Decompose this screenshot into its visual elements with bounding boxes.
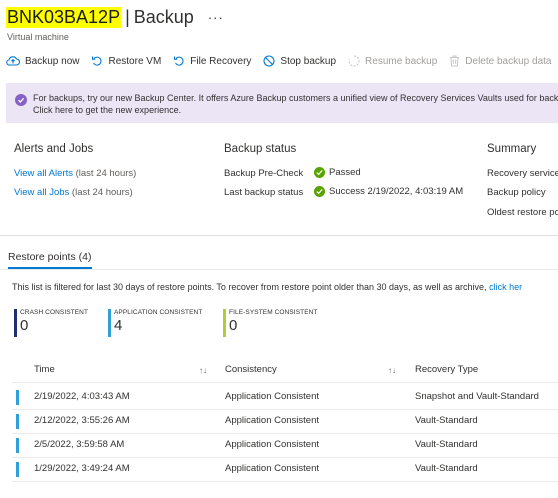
tab-restore-points[interactable]: Restore points (4)	[8, 251, 91, 263]
resume-backup-button[interactable]: Resume backup	[348, 55, 437, 67]
cell-recovery-type: Vault-Standard	[415, 439, 478, 450]
banner-text-line1: For backups, try our new Backup Center. …	[33, 93, 558, 103]
info-icon	[15, 94, 27, 106]
precheck-label: Backup Pre-Check	[224, 168, 304, 179]
stat-crash-consistent: CRASH CONSISTENT 0	[14, 309, 89, 337]
view-all-jobs-link[interactable]: View all Jobs	[14, 187, 69, 198]
cell-time: 1/29/2022, 3:49:24 AM	[34, 463, 130, 474]
backup-now-button[interactable]: Backup now	[6, 55, 79, 67]
cell-consistency: Application Consistent	[225, 439, 319, 450]
delete-backup-data-button[interactable]: Delete backup data	[449, 55, 551, 67]
column-header-time[interactable]: Time	[34, 364, 55, 375]
stat-bar	[14, 309, 17, 337]
last-backup-status-text: Success 2/19/2022, 4:03:19 AM	[329, 186, 464, 198]
page-header: BNK03BA12P | Backup ···	[6, 7, 224, 28]
filter-notice: This list is filtered for last 30 days o…	[12, 282, 522, 292]
resource-type-subtitle: Virtual machine	[7, 32, 69, 42]
summary-recovery-service: Recovery service	[487, 168, 558, 179]
alerts-period: (last 24 hours)	[75, 168, 137, 179]
cell-recovery-type: Vault-Standard	[415, 463, 478, 474]
alerts-row: View all Alerts (last 24 hours)	[14, 168, 136, 179]
row-accent	[16, 438, 19, 453]
stat-file-system-consistent: FILE-SYSTEM CONSISTENT 0	[223, 309, 318, 337]
stop-backup-label: Stop backup	[280, 55, 337, 67]
row-accent	[16, 414, 19, 429]
success-check-icon	[314, 167, 325, 178]
backup-center-banner[interactable]: For backups, try our new Backup Center. …	[6, 83, 558, 123]
restore-vm-button[interactable]: Restore VM	[91, 55, 161, 67]
jobs-row: View all Jobs (last 24 hours)	[14, 187, 133, 198]
cell-recovery-type: Vault-Standard	[415, 415, 478, 426]
column-header-recovery-type[interactable]: Recovery Type	[415, 364, 478, 375]
stat-label: FILE-SYSTEM CONSISTENT	[229, 309, 318, 316]
row-rule	[12, 481, 558, 482]
row-accent	[16, 390, 19, 405]
backup-now-label: Backup now	[25, 55, 80, 67]
stat-value: 0	[229, 317, 238, 334]
stat-value: 0	[20, 317, 29, 334]
filter-notice-link[interactable]: click her	[489, 282, 522, 292]
sort-consistency-icon[interactable]: ↑↓	[388, 366, 396, 375]
table-row[interactable]: 2/12/2022, 3:55:26 AM Application Consis…	[12, 409, 558, 433]
stat-bar	[223, 309, 226, 337]
summary-oldest-restore-point: Oldest restore po	[487, 207, 558, 218]
resume-icon	[348, 55, 360, 67]
stat-label: APPLICATION CONSISTENT	[114, 309, 203, 316]
command-bar: Backup now Restore VM File Recovery Stop…	[6, 55, 558, 67]
row-accent	[16, 462, 19, 477]
cell-recovery-type: Snapshot and Vault-Standard	[415, 391, 539, 402]
table-row[interactable]: 2/19/2022, 4:03:43 AM Application Consis…	[12, 385, 558, 409]
stat-label: CRASH CONSISTENT	[20, 309, 89, 316]
success-check-icon	[314, 186, 325, 197]
restore-icon	[92, 56, 103, 66]
cell-time: 2/12/2022, 3:55:26 AM	[34, 415, 130, 426]
cell-consistency: Application Consistent	[225, 415, 319, 426]
precheck-status-text: Passed	[329, 167, 361, 179]
stat-bar	[108, 309, 111, 337]
table-header-rule	[12, 382, 558, 383]
precheck-value: Passed	[314, 167, 361, 178]
cell-time: 2/5/2022, 3:59:58 AM	[34, 439, 125, 450]
summary-backup-policy: Backup policy	[487, 187, 546, 198]
backup-now-icon	[6, 56, 20, 66]
stop-backup-button[interactable]: Stop backup	[263, 55, 336, 67]
more-options-icon[interactable]: ···	[208, 10, 224, 25]
tab-divider	[0, 269, 558, 270]
file-recovery-icon	[174, 56, 184, 66]
sort-time-icon[interactable]: ↑↓	[199, 366, 207, 375]
cell-time: 2/19/2022, 4:03:43 AM	[34, 391, 130, 402]
delete-backup-data-label: Delete backup data	[465, 55, 552, 67]
stat-value: 4	[114, 317, 123, 334]
title-separator: |	[125, 7, 130, 27]
view-all-alerts-link[interactable]: View all Alerts	[14, 168, 73, 179]
file-recovery-button[interactable]: File Recovery	[173, 55, 251, 67]
stat-application-consistent: APPLICATION CONSISTENT 4	[108, 309, 203, 337]
cell-consistency: Application Consistent	[225, 463, 319, 474]
last-backup-value: Success 2/19/2022, 4:03:19 AM	[314, 186, 463, 197]
banner-link-new-experience[interactable]: Click here to get the new experience.	[33, 104, 558, 116]
jobs-period: (last 24 hours)	[71, 187, 133, 198]
column-header-consistency[interactable]: Consistency	[225, 364, 277, 375]
section-divider	[0, 235, 558, 236]
stop-icon	[263, 55, 275, 67]
filter-notice-text: This list is filtered for last 30 days o…	[12, 282, 487, 292]
cell-consistency: Application Consistent	[225, 391, 319, 402]
alerts-jobs-title: Alerts and Jobs	[14, 143, 94, 155]
trash-icon	[450, 55, 460, 67]
table-row[interactable]: 2/5/2022, 3:59:58 AM Application Consist…	[12, 433, 558, 457]
summary-title: Summary	[487, 143, 537, 155]
table-row[interactable]: 1/29/2022, 3:49:24 AM Application Consis…	[12, 457, 558, 481]
vm-name: BNK03BA12P	[6, 7, 122, 28]
resume-backup-label: Resume backup	[365, 55, 438, 67]
restore-vm-label: Restore VM	[108, 55, 162, 67]
page-title: Backup	[133, 7, 194, 27]
backup-status-title: Backup status	[224, 143, 297, 155]
last-backup-label: Last backup status	[224, 187, 304, 198]
file-recovery-label: File Recovery	[190, 55, 252, 67]
